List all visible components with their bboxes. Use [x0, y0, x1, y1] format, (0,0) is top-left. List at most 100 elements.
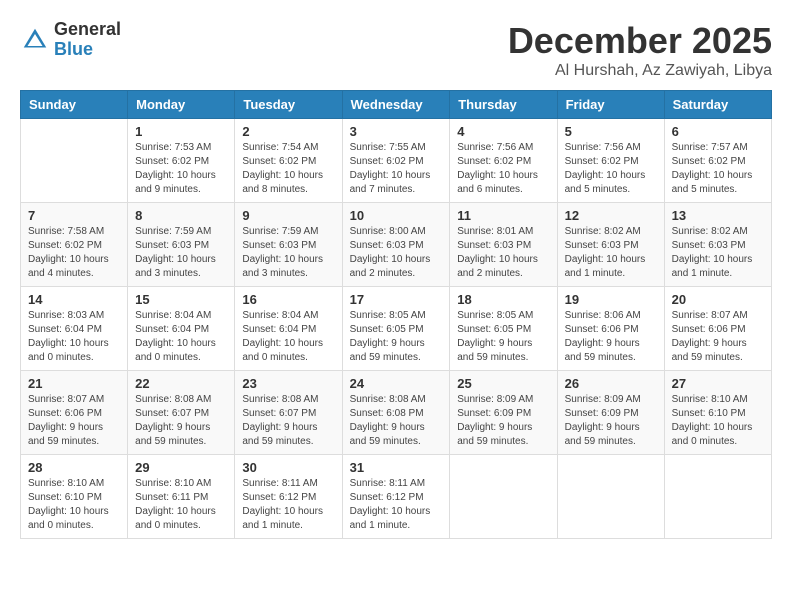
day-number: 3 — [350, 124, 443, 139]
calendar-cell: 20 Sunrise: 8:07 AM Sunset: 6:06 PM Dayli… — [664, 287, 771, 371]
calendar-cell: 18Sunrise: 8:05 AM Sunset: 6:05 PM Dayli… — [450, 287, 557, 371]
day-info: Sunrise: 8:00 AM Sunset: 6:03 PM Dayligh… — [350, 225, 443, 281]
day-info: Sunrise: 8:08 AM Sunset: 6:07 PM Dayligh… — [135, 393, 227, 449]
day-info: Sunrise: 8:03 AM Sunset: 6:04 PM Dayligh… — [28, 309, 120, 365]
day-info: Sunrise: 8:02 AM Sunset: 6:03 PM Dayligh… — [672, 225, 764, 281]
month-title: December 2025 — [508, 20, 772, 62]
day-number: 7 — [28, 208, 120, 223]
calendar-cell: 9 Sunrise: 7:59 AM Sunset: 6:03 PM Daylig… — [235, 203, 342, 287]
calendar-cell: 12Sunrise: 8:02 AM Sunset: 6:03 PM Dayli… — [557, 203, 664, 287]
calendar-cell: 1 Sunrise: 7:53 AM Sunset: 6:02 PM Daylig… — [128, 119, 235, 203]
calendar-week-row: 1 Sunrise: 7:53 AM Sunset: 6:02 PM Daylig… — [21, 119, 772, 203]
calendar-cell: 22Sunrise: 8:08 AM Sunset: 6:07 PM Dayli… — [128, 371, 235, 455]
calendar-cell: 29 Sunrise: 8:10 AM Sunset: 6:11 PM Dayli… — [128, 455, 235, 539]
day-info: Sunrise: 8:07 AM Sunset: 6:06 PM Dayligh… — [28, 393, 120, 449]
calendar-cell: 5 Sunrise: 7:56 AM Sunset: 6:02 PM Daylig… — [557, 119, 664, 203]
weekday-header-thursday: Thursday — [450, 91, 557, 119]
day-number: 26 — [565, 376, 657, 391]
day-info: Sunrise: 8:11 AM Sunset: 6:12 PM Dayligh… — [350, 477, 443, 533]
day-number: 5 — [565, 124, 657, 139]
calendar-week-row: 14 Sunrise: 8:03 AM Sunset: 6:04 PM Dayli… — [21, 287, 772, 371]
day-info: Sunrise: 7:56 AM Sunset: 6:02 PM Dayligh… — [565, 141, 657, 197]
calendar-cell: 23 Sunrise: 8:08 AM Sunset: 6:07 PM Dayli… — [235, 371, 342, 455]
calendar-cell: 7 Sunrise: 7:58 AM Sunset: 6:02 PM Daylig… — [21, 203, 128, 287]
day-info: Sunrise: 7:59 AM Sunset: 6:03 PM Dayligh… — [242, 225, 334, 281]
day-info: Sunrise: 7:57 AM Sunset: 6:02 PM Dayligh… — [672, 141, 764, 197]
logo-blue-text: Blue — [54, 40, 121, 60]
day-number: 11 — [457, 208, 549, 223]
day-number: 27 — [672, 376, 764, 391]
day-info: Sunrise: 8:10 AM Sunset: 6:11 PM Dayligh… — [135, 477, 227, 533]
day-info: Sunrise: 7:59 AM Sunset: 6:03 PM Dayligh… — [135, 225, 227, 281]
day-number: 14 — [28, 292, 120, 307]
day-info: Sunrise: 8:04 AM Sunset: 6:04 PM Dayligh… — [135, 309, 227, 365]
day-info: Sunrise: 8:10 AM Sunset: 6:10 PM Dayligh… — [28, 477, 120, 533]
calendar-cell: 16Sunrise: 8:04 AM Sunset: 6:04 PM Dayli… — [235, 287, 342, 371]
day-info: Sunrise: 8:08 AM Sunset: 6:08 PM Dayligh… — [350, 393, 443, 449]
day-info: Sunrise: 7:56 AM Sunset: 6:02 PM Dayligh… — [457, 141, 549, 197]
location-title: Al Hurshah, Az Zawiyah, Libya — [508, 62, 772, 80]
day-info: Sunrise: 8:07 AM Sunset: 6:06 PM Dayligh… — [672, 309, 764, 365]
calendar-week-row: 21 Sunrise: 8:07 AM Sunset: 6:06 PM Dayli… — [21, 371, 772, 455]
page-header: General Blue December 2025 Al Hurshah, A… — [20, 20, 772, 80]
calendar-cell: 19 Sunrise: 8:06 AM Sunset: 6:06 PM Dayli… — [557, 287, 664, 371]
day-number: 15 — [135, 292, 227, 307]
day-number: 31 — [350, 460, 443, 475]
day-info: Sunrise: 7:58 AM Sunset: 6:02 PM Dayligh… — [28, 225, 120, 281]
logo-text: General Blue — [54, 20, 121, 60]
calendar-cell: 4 Sunrise: 7:56 AM Sunset: 6:02 PM Daylig… — [450, 119, 557, 203]
title-section: December 2025 Al Hurshah, Az Zawiyah, Li… — [508, 20, 772, 80]
weekday-header-sunday: Sunday — [21, 91, 128, 119]
calendar-cell — [21, 119, 128, 203]
calendar-cell: 27 Sunrise: 8:10 AM Sunset: 6:10 PM Dayli… — [664, 371, 771, 455]
calendar-cell: 21 Sunrise: 8:07 AM Sunset: 6:06 PM Dayli… — [21, 371, 128, 455]
calendar-cell: 14 Sunrise: 8:03 AM Sunset: 6:04 PM Dayli… — [21, 287, 128, 371]
calendar-cell: 10Sunrise: 8:00 AM Sunset: 6:03 PM Dayli… — [342, 203, 450, 287]
calendar-cell: 24Sunrise: 8:08 AM Sunset: 6:08 PM Dayli… — [342, 371, 450, 455]
day-number: 20 — [672, 292, 764, 307]
day-info: Sunrise: 8:01 AM Sunset: 6:03 PM Dayligh… — [457, 225, 549, 281]
weekday-header-monday: Monday — [128, 91, 235, 119]
calendar-cell: 15 Sunrise: 8:04 AM Sunset: 6:04 PM Dayli… — [128, 287, 235, 371]
calendar-week-row: 7 Sunrise: 7:58 AM Sunset: 6:02 PM Daylig… — [21, 203, 772, 287]
day-number: 21 — [28, 376, 120, 391]
calendar-table: SundayMondayTuesdayWednesdayThursdayFrid… — [20, 90, 772, 539]
day-info: Sunrise: 8:08 AM Sunset: 6:07 PM Dayligh… — [242, 393, 334, 449]
logo-icon — [20, 25, 50, 55]
day-info: Sunrise: 8:06 AM Sunset: 6:06 PM Dayligh… — [565, 309, 657, 365]
day-info: Sunrise: 7:55 AM Sunset: 6:02 PM Dayligh… — [350, 141, 443, 197]
day-info: Sunrise: 8:10 AM Sunset: 6:10 PM Dayligh… — [672, 393, 764, 449]
day-number: 29 — [135, 460, 227, 475]
day-number: 12 — [565, 208, 657, 223]
day-info: Sunrise: 8:04 AM Sunset: 6:04 PM Dayligh… — [242, 309, 334, 365]
calendar-cell — [557, 455, 664, 539]
day-number: 28 — [28, 460, 120, 475]
day-number: 9 — [242, 208, 334, 223]
calendar-cell: 31 Sunrise: 8:11 AM Sunset: 6:12 PM Dayli… — [342, 455, 450, 539]
calendar-cell — [664, 455, 771, 539]
calendar-cell: 8 Sunrise: 7:59 AM Sunset: 6:03 PM Daylig… — [128, 203, 235, 287]
day-info: Sunrise: 7:54 AM Sunset: 6:02 PM Dayligh… — [242, 141, 334, 197]
calendar-cell: 2 Sunrise: 7:54 AM Sunset: 6:02 PM Daylig… — [235, 119, 342, 203]
day-number: 19 — [565, 292, 657, 307]
day-number: 30 — [242, 460, 334, 475]
calendar-cell: 13 Sunrise: 8:02 AM Sunset: 6:03 PM Dayli… — [664, 203, 771, 287]
day-number: 4 — [457, 124, 549, 139]
calendar-cell: 30Sunrise: 8:11 AM Sunset: 6:12 PM Dayli… — [235, 455, 342, 539]
weekday-header-tuesday: Tuesday — [235, 91, 342, 119]
day-number: 13 — [672, 208, 764, 223]
weekday-header-friday: Friday — [557, 91, 664, 119]
calendar-cell: 28 Sunrise: 8:10 AM Sunset: 6:10 PM Dayli… — [21, 455, 128, 539]
day-number: 8 — [135, 208, 227, 223]
day-number: 2 — [242, 124, 334, 139]
day-number: 23 — [242, 376, 334, 391]
day-number: 6 — [672, 124, 764, 139]
day-info: Sunrise: 8:05 AM Sunset: 6:05 PM Dayligh… — [457, 309, 549, 365]
calendar-cell — [450, 455, 557, 539]
day-number: 17 — [350, 292, 443, 307]
day-info: Sunrise: 7:53 AM Sunset: 6:02 PM Dayligh… — [135, 141, 227, 197]
day-number: 25 — [457, 376, 549, 391]
day-info: Sunrise: 8:09 AM Sunset: 6:09 PM Dayligh… — [565, 393, 657, 449]
day-info: Sunrise: 8:05 AM Sunset: 6:05 PM Dayligh… — [350, 309, 443, 365]
day-number: 1 — [135, 124, 227, 139]
